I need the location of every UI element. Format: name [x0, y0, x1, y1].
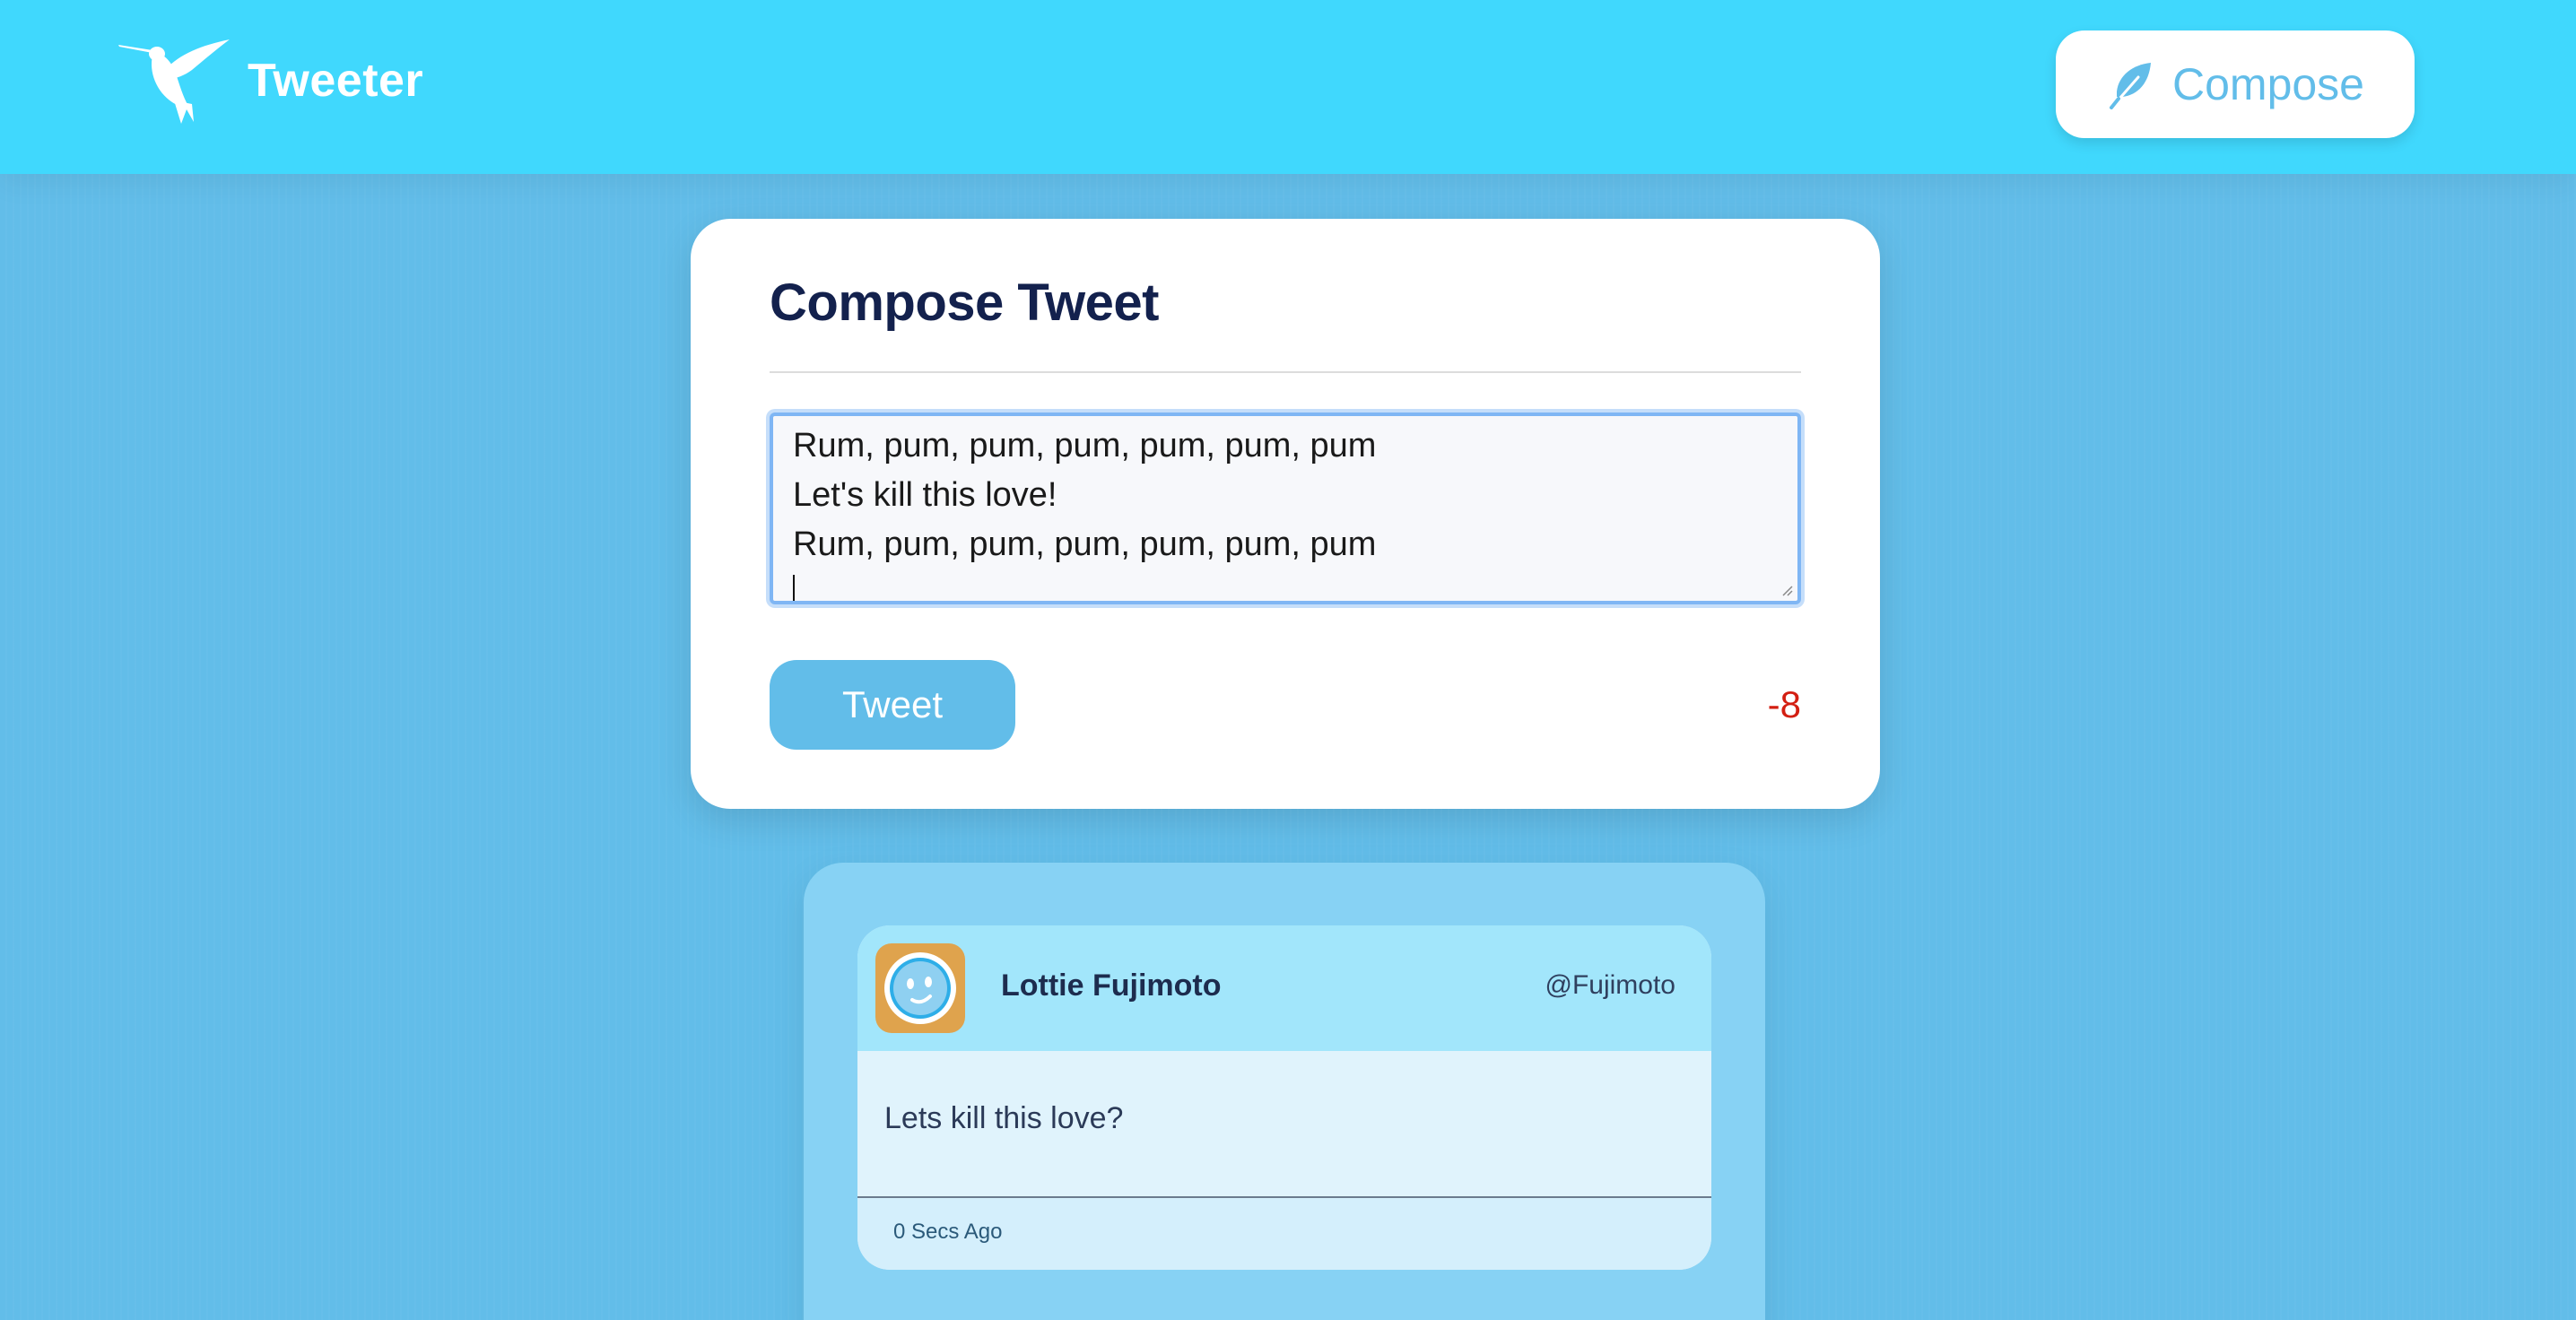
brand-name: Tweeter [248, 55, 424, 107]
resize-grip-icon[interactable] [1780, 583, 1794, 597]
tweet-feed: Lottie Fujimoto @Fujimoto Lets kill this… [804, 863, 1765, 1320]
feather-icon [2110, 63, 2151, 109]
tweet-timestamp: 0 Secs Ago [893, 1220, 1003, 1244]
compose-tweet-panel: Compose Tweet Rum, pum, pum, pum, pum, p… [691, 219, 1880, 809]
brand[interactable]: Tweeter [117, 38, 423, 124]
tweet-author-handle: @Fujimoto [1545, 970, 1676, 1000]
tweet-submit-button[interactable]: Tweet [770, 660, 1015, 750]
top-nav: Tweeter Compose [0, 0, 2576, 174]
tweet-content: Lets kill this love? [884, 1101, 1124, 1135]
tweet-footer: 0 Secs Ago [857, 1196, 1711, 1270]
tweet-card: Lottie Fujimoto @Fujimoto Lets kill this… [857, 925, 1711, 1270]
textarea-line: Let's kill this love! [793, 476, 1057, 514]
tweet-author-name: Lottie Fujimoto [1001, 968, 1222, 1003]
smiley-face-avatar-icon [884, 952, 956, 1024]
tweet-header: Lottie Fujimoto @Fujimoto [857, 925, 1711, 1051]
compose-title: Compose Tweet [770, 274, 1159, 332]
compose-nav-button[interactable]: Compose [2056, 30, 2415, 138]
textarea-line: Rum, pum, pum, pum, pum, pum, pum [793, 427, 1377, 465]
hummingbird-icon [118, 39, 230, 124]
textarea-line: Rum, pum, pum, pum, pum, pum, pum [793, 525, 1377, 563]
character-counter: -8 [1767, 683, 1801, 725]
textarea-caret-line [793, 569, 1778, 601]
text-caret [793, 574, 795, 601]
tweet-textarea[interactable]: Rum, pum, pum, pum, pum, pum, pum Let's k… [770, 412, 1801, 604]
avatar [875, 943, 965, 1033]
divider [770, 371, 1801, 373]
compose-button-label: Compose [2172, 59, 2364, 109]
